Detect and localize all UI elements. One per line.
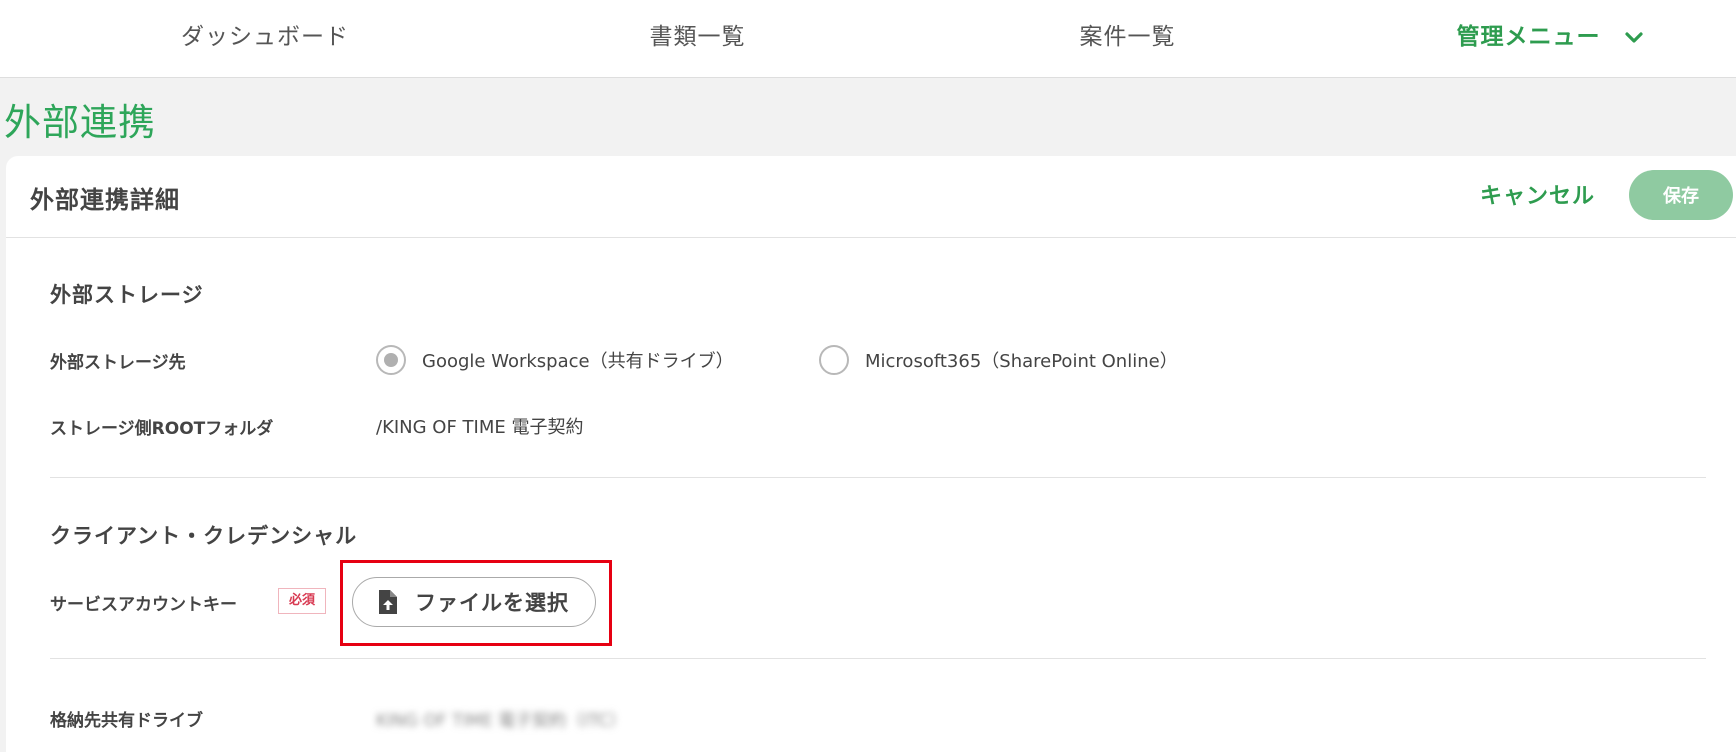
save-button[interactable]: 保存	[1629, 170, 1733, 220]
cancel-button[interactable]: キャンセル	[1480, 178, 1595, 210]
card-title: 外部連携詳細	[30, 186, 180, 214]
credential-section-title: クライアント・クレデンシャル	[50, 524, 358, 548]
required-badge: 必須	[278, 588, 326, 614]
nav-documents[interactable]: 書類一覧	[600, 0, 795, 78]
radio-label-google-workspace: Google Workspace（共有ドライブ）	[422, 351, 734, 372]
section-divider	[50, 477, 1706, 478]
nav-dashboard[interactable]: ダッシュボード	[160, 0, 370, 78]
radio-label-microsoft365: Microsoft365（SharePoint Online）	[865, 351, 1178, 372]
nav-cases[interactable]: 案件一覧	[1030, 0, 1225, 78]
highlight-annotation-box	[340, 560, 612, 646]
integration-detail-card: 外部連携詳細 キャンセル 保存	[6, 156, 1736, 752]
chevron-down-icon	[1624, 1, 1644, 75]
storage-root-value: /KING OF TIME 電子契約	[376, 417, 584, 438]
radio-microsoft365[interactable]: Microsoft365（SharePoint Online）	[819, 345, 1178, 375]
radio-google-workspace[interactable]: Google Workspace（共有ドライブ）	[376, 345, 734, 375]
storage-section-title: 外部ストレージ	[50, 283, 204, 307]
card-header: 外部連携詳細 キャンセル 保存	[6, 156, 1736, 238]
section-divider	[50, 658, 1706, 659]
nav-admin-menu[interactable]: 管理メニュー	[1430, 0, 1670, 78]
service-account-key-label: サービスアカウントキー	[50, 595, 237, 615]
radio-circle[interactable]	[819, 345, 849, 375]
top-navigation: ダッシュボード 書類一覧 案件一覧 管理メニュー	[0, 0, 1736, 78]
page-title: 外部連携	[4, 101, 156, 144]
shared-drive-label: 格納先共有ドライブ	[50, 711, 203, 731]
shared-drive-value: KING OF TIME 電子契約（ITC）	[376, 711, 627, 731]
storage-root-label: ストレージ側ROOTフォルダ	[50, 419, 274, 439]
radio-circle-checked[interactable]	[376, 345, 406, 375]
nav-admin-label: 管理メニュー	[1456, 24, 1601, 50]
storage-destination-label: 外部ストレージ先	[50, 353, 186, 373]
